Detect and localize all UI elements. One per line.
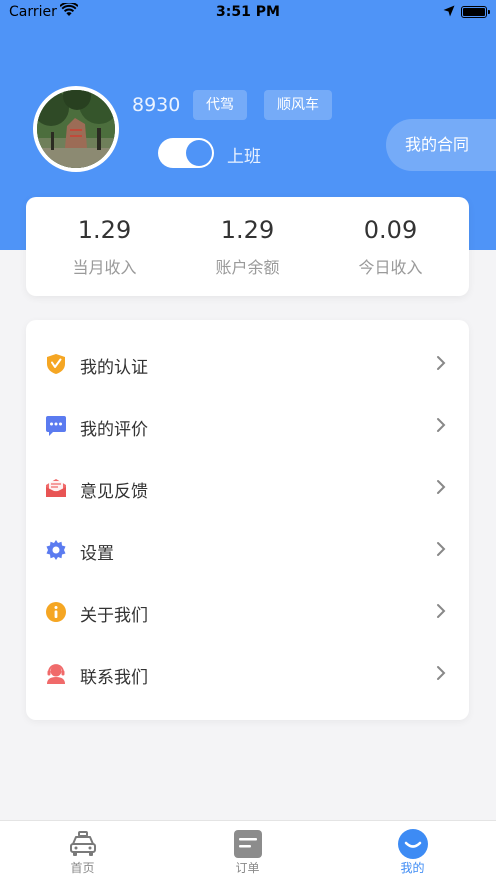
menu-list: 我的认证 我的评价 意见反馈 设置 关于我们 联系我们 (26, 320, 469, 720)
shield-check-icon (47, 354, 65, 374)
menu-item-label: 联系我们 (80, 668, 148, 688)
service-tag-chauffeur: 代驾 (193, 90, 247, 120)
my-contract-button[interactable]: 我的合同 (386, 119, 496, 171)
chevron-right-icon (437, 418, 446, 432)
tab-label: 首页 (70, 861, 95, 875)
avatar[interactable] (33, 86, 119, 172)
stat-today-income[interactable]: 0.09 今日收入 (317, 197, 464, 278)
bottom-tab-bar: 首页 订单 我的 (0, 820, 496, 882)
order-list-icon (234, 830, 262, 858)
tab-home[interactable]: 首页 (0, 821, 165, 882)
battery-icon (461, 6, 490, 18)
tab-mine[interactable]: 我的 (330, 821, 495, 882)
mail-icon (46, 479, 66, 497)
avatar-photo (37, 90, 115, 168)
menu-item-label: 我的评价 (80, 420, 148, 440)
toggle-knob (186, 140, 212, 166)
status-bar: Carrier 3:51 PM (0, 0, 496, 26)
stat-label: 账户余额 (215, 258, 280, 277)
chat-bubble-icon (46, 416, 66, 436)
menu-item-feedback[interactable]: 意见反馈 (26, 457, 469, 519)
stat-label: 今日收入 (358, 258, 423, 277)
on-duty-toggle[interactable] (158, 138, 214, 168)
gear-icon (46, 540, 66, 560)
menu-item-contact-us[interactable]: 联系我们 (26, 643, 469, 705)
info-icon (46, 602, 66, 622)
chevron-right-icon (437, 542, 446, 556)
menu-item-settings[interactable]: 设置 (26, 519, 469, 581)
location-arrow-icon (443, 5, 455, 17)
tab-label: 订单 (235, 861, 260, 875)
stat-value: 1.29 (77, 216, 132, 244)
status-time: 3:51 PM (216, 4, 280, 20)
chevron-right-icon (437, 480, 446, 494)
car-icon (70, 831, 96, 856)
chevron-right-icon (437, 604, 446, 618)
support-agent-icon (47, 664, 65, 684)
menu-item-label: 我的认证 (80, 358, 148, 378)
stat-value: 0.09 (363, 216, 418, 244)
stat-value: 1.29 (220, 216, 275, 244)
menu-item-label: 设置 (80, 544, 114, 564)
stat-monthly-income[interactable]: 1.29 当月收入 (31, 197, 178, 278)
stat-label: 当月收入 (72, 258, 137, 277)
menu-item-label: 关于我们 (80, 606, 148, 626)
chevron-right-icon (437, 666, 446, 680)
user-id: 8930 (132, 94, 181, 116)
menu-item-reviews[interactable]: 我的评价 (26, 395, 469, 457)
on-duty-label: 上班 (227, 147, 261, 167)
menu-item-label: 意见反馈 (80, 482, 148, 502)
menu-item-certification[interactable]: 我的认证 (26, 333, 469, 395)
menu-item-about-us[interactable]: 关于我们 (26, 581, 469, 643)
chevron-right-icon (437, 356, 446, 370)
income-stats-card: 1.29 当月收入 1.29 账户余额 0.09 今日收入 (26, 197, 469, 296)
tab-orders[interactable]: 订单 (165, 821, 330, 882)
tab-label: 我的 (400, 861, 425, 875)
service-tag-carpool: 顺风车 (264, 90, 332, 120)
stat-account-balance[interactable]: 1.29 账户余额 (174, 197, 321, 278)
profile-face-icon (398, 829, 428, 859)
